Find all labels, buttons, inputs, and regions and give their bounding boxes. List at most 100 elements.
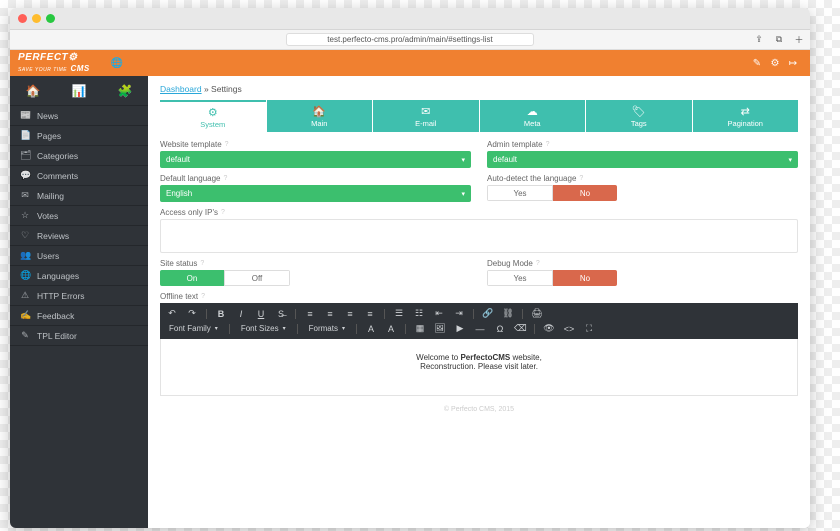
sidebar-item-reviews[interactable]: ♡Reviews (10, 226, 148, 246)
plugin-icon[interactable]: 🧩 (118, 84, 133, 98)
link-icon[interactable]: 🔗 (482, 308, 494, 319)
sidebar-item-http-errors[interactable]: ⚠HTTP Errors (10, 286, 148, 306)
rich-text-toolbar: ↶ ↷ B I U S̶ ≡ ≡ ≡ ≡ ☰ ☷ ⇤ ⇥ (160, 303, 798, 339)
source-icon[interactable]: <> (563, 324, 575, 334)
strike-icon[interactable]: S̶ (275, 309, 287, 319)
tabs-icon[interactable]: ⧉ (772, 33, 786, 47)
tab-email[interactable]: ✉E-mail (373, 100, 479, 132)
font-family-select[interactable]: Font Family (166, 324, 221, 333)
help-icon[interactable]: ? (546, 141, 550, 148)
toggle-off[interactable]: Off (224, 270, 290, 286)
sidebar-item-mailing[interactable]: ✉Mailing (10, 186, 148, 206)
toggle-yes[interactable]: Yes (487, 185, 553, 201)
default-language-select[interactable]: English▾ (160, 185, 471, 202)
sidebar-item-feedback[interactable]: ✍Feedback (10, 306, 148, 326)
help-icon[interactable]: ? (201, 293, 205, 300)
indent-icon[interactable]: ⇥ (453, 308, 465, 319)
stats-icon[interactable]: 📊 (72, 84, 87, 98)
bullet-list-icon[interactable]: ☰ (393, 308, 405, 319)
admin-template-select[interactable]: default▾ (487, 151, 798, 168)
table-icon[interactable]: ▦ (414, 323, 426, 334)
hr-icon[interactable]: — (474, 324, 486, 334)
address-bar[interactable]: test.perfecto-cms.pro/admin/main/#settin… (286, 33, 533, 46)
brand-logo: PERFECT⚙ SAVE YOUR TIME CMS (18, 52, 90, 74)
toggle-no[interactable]: No (553, 270, 617, 286)
logout-icon[interactable]: ↦ (784, 58, 802, 69)
zoom-icon[interactable] (46, 14, 55, 23)
feedback-icon: ✍ (20, 310, 30, 321)
formats-select[interactable]: Formats (306, 324, 348, 333)
edit-icon[interactable]: ✎ (748, 58, 766, 69)
globe-icon[interactable]: 🌐 (108, 58, 126, 69)
app-header: PERFECT⚙ SAVE YOUR TIME CMS 🌐 ✎ ⚙ ↦ (10, 50, 810, 76)
fullscreen-icon[interactable]: ⛶ (583, 323, 595, 334)
char-icon[interactable]: Ω (494, 324, 506, 334)
help-icon[interactable]: ? (200, 260, 204, 267)
address-bar-row: test.perfecto-cms.pro/admin/main/#settin… (10, 30, 810, 50)
help-icon[interactable]: ? (579, 175, 583, 182)
bg-color-icon[interactable]: A (385, 324, 397, 334)
sidebar-item-users[interactable]: 👥Users (10, 246, 148, 266)
website-template-select[interactable]: default▾ (160, 151, 471, 168)
media-icon[interactable]: ▶ (454, 323, 466, 334)
clear-icon[interactable]: ⌫ (514, 323, 526, 334)
tab-main[interactable]: 🏠Main (267, 100, 373, 132)
align-left-icon[interactable]: ≡ (304, 309, 316, 319)
tab-label: E-mail (415, 119, 436, 128)
tab-pagination[interactable]: ⇄Pagination (693, 100, 799, 132)
tab-label: Meta (524, 119, 541, 128)
italic-icon[interactable]: I (235, 309, 247, 319)
debug-mode-toggle[interactable]: Yes No (487, 270, 617, 286)
sidebar-item-label: News (37, 111, 58, 121)
minimize-icon[interactable] (32, 14, 41, 23)
sidebar-item-votes[interactable]: ☆Votes (10, 206, 148, 226)
share-icon[interactable]: ⇪ (752, 33, 766, 47)
autodetect-language-toggle[interactable]: Yes No (487, 185, 617, 201)
sidebar-item-languages[interactable]: 🌐Languages (10, 266, 148, 286)
close-icon[interactable] (18, 14, 27, 23)
breadcrumb-root[interactable]: Dashboard (160, 84, 202, 94)
help-icon[interactable]: ? (221, 209, 225, 216)
site-status-toggle[interactable]: On Off (160, 270, 290, 286)
new-tab-icon[interactable]: ＋ (792, 33, 806, 47)
unlink-icon[interactable]: ⛓ (502, 308, 514, 319)
tab-meta[interactable]: ☁Meta (480, 100, 586, 132)
sidebar-item-tpl-editor[interactable]: ✎TPL Editor (10, 326, 148, 346)
settings-icon[interactable]: ⚙ (766, 58, 784, 69)
reviews-icon: ♡ (20, 230, 30, 241)
tab-tags[interactable]: 🏷Tags (586, 100, 692, 132)
mailing-icon: ✉ (20, 190, 30, 201)
font-size-select[interactable]: Font Sizes (238, 324, 289, 333)
align-right-icon[interactable]: ≡ (344, 309, 356, 319)
toggle-on[interactable]: On (160, 270, 224, 286)
undo-icon[interactable]: ↶ (166, 308, 178, 319)
access-ips-input[interactable] (160, 219, 798, 253)
tpl-icon: ✎ (20, 330, 30, 341)
sidebar-item-pages[interactable]: 📄Pages (10, 126, 148, 146)
help-icon[interactable]: ? (536, 260, 540, 267)
offline-text-label: Offline text? (160, 292, 798, 301)
number-list-icon[interactable]: ☷ (413, 308, 425, 319)
home-icon[interactable]: 🏠 (26, 84, 41, 98)
toggle-no[interactable]: No (553, 185, 617, 201)
tab-system[interactable]: ⚙System (160, 100, 266, 132)
underline-icon[interactable]: U (255, 309, 267, 319)
sidebar-item-label: Categories (37, 151, 78, 161)
align-justify-icon[interactable]: ≡ (364, 309, 376, 319)
redo-icon[interactable]: ↷ (186, 308, 198, 319)
sidebar-item-news[interactable]: 📰News (10, 106, 148, 126)
bold-icon[interactable]: B (215, 309, 227, 319)
sidebar-item-comments[interactable]: 💬Comments (10, 166, 148, 186)
print-icon[interactable]: 🖨 (531, 308, 543, 319)
image-icon[interactable]: 🖼 (434, 323, 446, 334)
rich-text-body[interactable]: Welcome to PerfectoCMS website, Reconstr… (160, 339, 798, 396)
text-color-icon[interactable]: A (365, 324, 377, 334)
toggle-yes[interactable]: Yes (487, 270, 553, 286)
help-icon[interactable]: ? (225, 141, 229, 148)
preview-icon[interactable]: 👁 (543, 323, 555, 334)
outdent-icon[interactable]: ⇤ (433, 308, 445, 319)
caret-down-icon: ▾ (461, 156, 465, 164)
help-icon[interactable]: ? (224, 175, 228, 182)
sidebar-item-categories[interactable]: 🗂Categories (10, 146, 148, 166)
align-center-icon[interactable]: ≡ (324, 309, 336, 319)
